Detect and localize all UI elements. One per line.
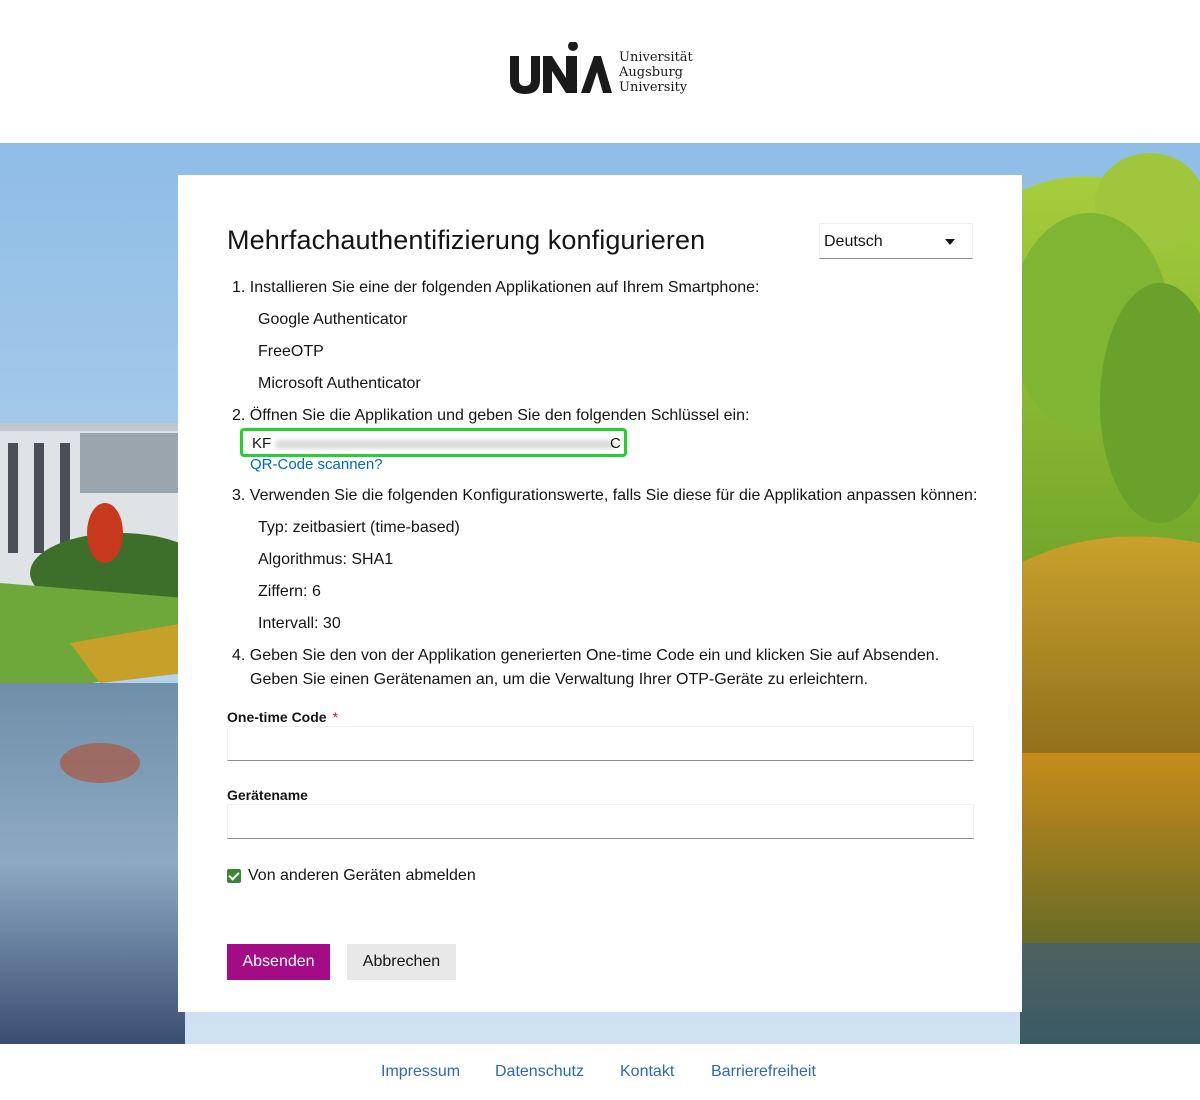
- footer-link-kontakt[interactable]: Kontakt: [620, 1063, 674, 1081]
- secret-key-start: KF: [252, 435, 272, 452]
- config-type: Typ: zeitbasiert (time-based): [258, 519, 460, 536]
- page-header: Universität Augsburg University: [0, 0, 1200, 143]
- scan-qr-code-link[interactable]: QR-Code scannen?: [250, 456, 383, 473]
- step-2-text: 2. Öffnen Sie die Applikation und geben …: [232, 407, 750, 424]
- university-logo[interactable]: Universität Augsburg University: [508, 30, 698, 100]
- config-interval: Intervall: 30: [258, 615, 341, 632]
- secret-key-redacted: [275, 440, 615, 449]
- submit-button[interactable]: Absenden: [227, 944, 330, 980]
- device-name-label: Gerätename: [227, 787, 308, 803]
- step-4-text-line-1: 4. Geben Sie den von der Applikation gen…: [232, 647, 940, 664]
- university-name-line-1: Universität: [619, 50, 693, 65]
- otp-code-input[interactable]: [227, 726, 974, 761]
- secret-key-highlight: KF C: [240, 428, 627, 457]
- footer-link-impressum[interactable]: Impressum: [381, 1063, 460, 1081]
- page-footer: Impressum Datenschutz Kontakt Barrierefr…: [0, 1044, 1200, 1100]
- caret-down-icon: [945, 239, 955, 245]
- otp-code-label-text: One-time Code: [227, 709, 327, 725]
- secret-key-end: C: [610, 435, 621, 452]
- logout-other-devices-checkbox[interactable]: [227, 869, 241, 883]
- footer-link-datenschutz[interactable]: Datenschutz: [495, 1063, 584, 1081]
- config-algorithm: Algorithmus: SHA1: [258, 551, 394, 568]
- app-item-microsoft-authenticator: Microsoft Authenticator: [258, 375, 421, 392]
- app-item-freeotp: FreeOTP: [258, 343, 324, 360]
- university-name-line-3: University: [619, 80, 688, 95]
- step-1-text: 1. Installieren Sie eine der folgenden A…: [232, 279, 760, 296]
- university-name-line-2: Augsburg: [619, 65, 683, 80]
- footer-link-barrierefreiheit[interactable]: Barrierefreiheit: [711, 1063, 816, 1081]
- unia-logo-mark: [510, 42, 612, 94]
- device-name-input[interactable]: [227, 804, 974, 839]
- cancel-button[interactable]: Abbrechen: [347, 944, 456, 980]
- logout-other-devices-label[interactable]: Von anderen Geräten abmelden: [248, 867, 476, 885]
- page-title: Mehrfachauthentifizierung konfigurieren: [227, 225, 706, 255]
- mfa-setup-card: Mehrfachauthentifizierung konfigurieren …: [178, 175, 1022, 1012]
- required-marker: *: [332, 709, 339, 725]
- step-3-text: 3. Verwenden Sie die folgenden Konfigura…: [232, 487, 978, 504]
- step-4-text-line-2: Geben Sie einen Gerätenamen an, um die V…: [250, 671, 869, 688]
- config-digits: Ziffern: 6: [258, 583, 321, 600]
- language-select[interactable]: Deutsch: [819, 223, 973, 259]
- app-item-google-authenticator: Google Authenticator: [258, 311, 408, 328]
- university-name: Universität Augsburg University: [619, 50, 693, 95]
- language-select-value: Deutsch: [824, 233, 883, 250]
- otp-code-label: One-time Code *: [227, 709, 338, 725]
